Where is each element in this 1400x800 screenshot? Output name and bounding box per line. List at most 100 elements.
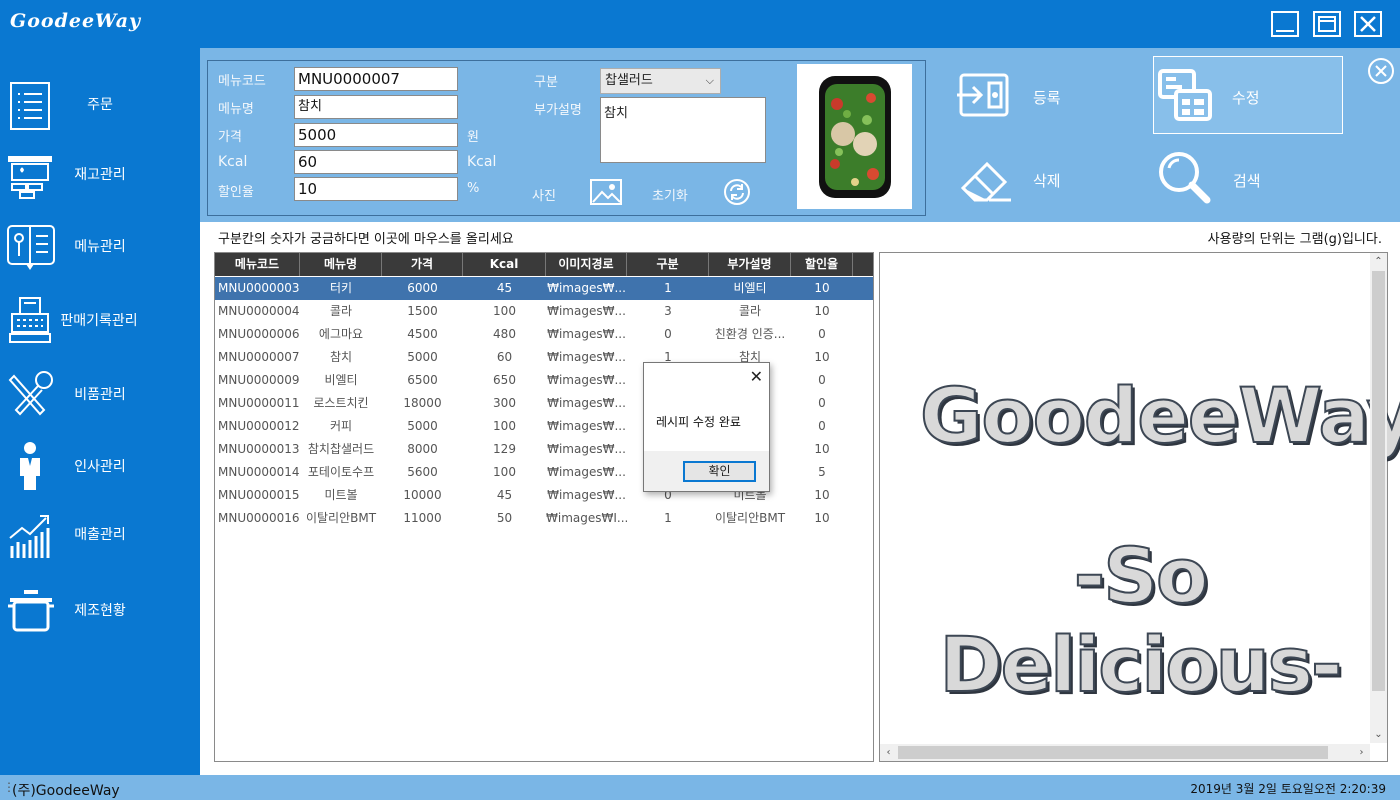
column-header[interactable]: 할인율 [791, 253, 853, 276]
table-row[interactable]: MNU0000011로스트치킨18000300₩images₩...킨0 [215, 392, 873, 415]
dialog-footer: 확인 [644, 451, 769, 491]
table-row[interactable]: MNU0000016 이탈리안BMT 11000 50 ₩images₩I... 1 이탈리… [215, 507, 873, 530]
table-row[interactable]: MNU0000014포테이토수프5600100₩images₩...프5 [215, 461, 873, 484]
image-upload-icon[interactable] [590, 178, 622, 206]
kcal-field[interactable]: 60 [294, 150, 458, 174]
table-row[interactable]: MNU0000013참치찹샐러드8000129₩images₩...드10 [215, 438, 873, 461]
table-cell: 50 [496, 511, 513, 525]
scroll-down-icon[interactable]: ⌄ [1370, 726, 1387, 743]
column-header[interactable]: 메뉴코드 [215, 253, 300, 276]
table-cell: 8000 [407, 442, 438, 456]
photo-label: 사진 [532, 189, 556, 204]
sidebar-item-revenue[interactable]: 매출관리 [0, 504, 200, 564]
minimize-icon [1276, 30, 1294, 32]
category-select[interactable]: 찹샐러드 ⌵ [600, 68, 721, 94]
close-icon [1375, 65, 1387, 77]
column-header[interactable]: 가격 [382, 253, 463, 276]
table-cell: 참치찹샐러드 [307, 442, 375, 456]
table-cell: 1 [664, 281, 672, 295]
category-hint[interactable]: 구분칸의 숫자가 궁금하다면 이곳에 마우스를 올리세요 [218, 228, 514, 247]
brand-slogan: -So Delicious- [939, 530, 1344, 710]
table-cell: 3 [664, 304, 672, 318]
table-cell: MNU0000013 [218, 442, 300, 456]
table-row[interactable]: MNU0000012 커피 5000 100 ₩images₩... 0 [215, 415, 873, 438]
sidebar-item-order[interactable]: 주문 [0, 74, 200, 134]
table-cell: 10000 [403, 488, 442, 502]
discount-field[interactable]: 10 [294, 177, 458, 201]
sidebar-item-sales-record[interactable]: 판매기록관리 [0, 290, 200, 350]
menu-code-label: 메뉴코드 [218, 74, 266, 89]
ok-button[interactable]: 확인 [683, 461, 756, 482]
minimize-button[interactable] [1271, 11, 1299, 37]
sidebar-item-supplies[interactable]: 비품관리 [0, 364, 200, 424]
maximize-icon [1318, 16, 1336, 32]
horizontal-scrollbar[interactable]: ‹ › [880, 744, 1370, 761]
close-icon [1360, 16, 1376, 32]
scroll-left-icon[interactable]: ‹ [880, 744, 897, 761]
table-cell: MNU0000006 [218, 327, 300, 341]
delete-button[interactable]: 삭제 [955, 140, 1145, 218]
column-header[interactable]: Kcal [463, 253, 546, 276]
scroll-right-icon[interactable]: › [1353, 744, 1370, 761]
search-button[interactable]: 검색 [1155, 140, 1345, 218]
table-row[interactable]: MNU0000004 콜라 1500 100 ₩images₩... 3 콜라 10 [215, 300, 873, 323]
table-cell: 10 [814, 488, 830, 502]
table-cell: 45 [496, 281, 513, 295]
menu-name-field[interactable]: 참치 [294, 95, 458, 119]
price-label: 가격 [218, 130, 242, 145]
sidebar-item-production[interactable]: 제조현황 [0, 580, 200, 640]
discount-unit: % [467, 181, 480, 196]
dialog-close-button[interactable]: ✕ [750, 367, 763, 386]
sidebar-item-menu[interactable]: 메뉴관리 [0, 216, 200, 276]
sidebar-item-hr[interactable]: 인사관리 [0, 436, 200, 496]
table-cell: 포테이토수프 [307, 465, 375, 479]
table-cell: 비엘티 [733, 281, 767, 295]
menu-photo [797, 64, 912, 209]
register-icon [957, 73, 1009, 117]
sidebar-item-inventory[interactable]: 재고관리 [0, 144, 200, 204]
column-header[interactable]: 메뉴명 [300, 253, 382, 276]
brand-title: GoodeeWay [919, 370, 1400, 461]
column-header[interactable]: 이미지경로 [546, 253, 627, 276]
scroll-up-icon[interactable]: ⌃ [1370, 253, 1387, 270]
refresh-icon[interactable] [723, 178, 751, 206]
table-cell: 참치 [329, 350, 353, 364]
price-field[interactable]: 5000 [294, 123, 458, 147]
table-cell: 10 [814, 304, 830, 318]
table-cell: MNU0000009 [218, 373, 300, 387]
edit-button[interactable]: 수정 [1153, 56, 1343, 134]
tools-icon [8, 371, 53, 416]
sales-chart-icon [9, 515, 50, 558]
table-cell: ₩images₩... [547, 281, 626, 295]
table-cell: ₩images₩... [547, 465, 626, 479]
vertical-scrollbar[interactable]: ⌃ ⌄ [1370, 253, 1387, 743]
column-header[interactable]: 구분 [627, 253, 709, 276]
table-row[interactable]: MNU0000003 터키 6000 45 ₩images₩... 1 비엘티 10 [215, 277, 873, 300]
table-row[interactable]: MNU0000006 에그마요 4500 480 ₩images₩... 0 친환경 인증.… [215, 323, 873, 346]
scroll-thumb[interactable] [1372, 271, 1385, 691]
menu-code-field[interactable]: MNU0000007 [294, 67, 458, 91]
close-form-button[interactable] [1368, 58, 1394, 84]
message-dialog: ✕ 레시피 수정 완료 확인 [643, 362, 770, 492]
close-window-button[interactable] [1354, 11, 1382, 37]
category-label: 구분 [534, 75, 558, 90]
table-row[interactable]: MNU0000009 비엘티 6500 650 ₩images₩... 0 [215, 369, 873, 392]
table-cell: 650 [493, 373, 516, 387]
status-bar: ⋮ (주)GoodeeWay 2019년 3월 2일 토요일오전 2:20:39 [0, 775, 1400, 800]
table-cell: 100 [493, 304, 516, 318]
register-button[interactable]: 등록 [955, 57, 1145, 135]
sidebar-item-label: 매출관리 [74, 527, 126, 543]
table-cell: ₩images₩... [547, 327, 626, 341]
table-row[interactable]: MNU0000015 미트볼 10000 45 ₩images₩... 0 미트볼 10 [215, 484, 873, 507]
menu-icon [7, 225, 55, 270]
table-row[interactable]: MNU0000007 참치 5000 60 ₩images₩... 1 참치 10 [215, 346, 873, 369]
scroll-thumb[interactable] [898, 746, 1328, 759]
description-field[interactable]: 참치 [600, 97, 766, 163]
table-cell: 5000 [407, 350, 438, 364]
sidebar-item-label: 인사관리 [74, 459, 126, 475]
column-header[interactable]: 부가설명 [709, 253, 791, 276]
register-icon [9, 297, 51, 343]
maximize-button[interactable] [1313, 11, 1341, 37]
inventory-icon [8, 156, 52, 199]
kcal-label: Kcal [218, 154, 248, 170]
